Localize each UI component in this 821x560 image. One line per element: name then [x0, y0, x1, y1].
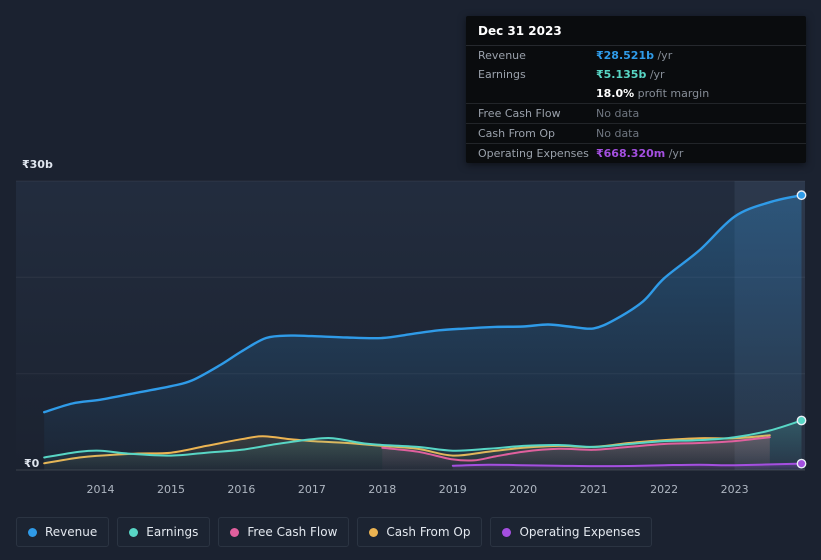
legend-item-operating-expenses[interactable]: Operating Expenses: [490, 517, 653, 547]
tooltip-date: Dec 31 2023: [466, 16, 806, 46]
tooltip-label: Earnings: [478, 68, 526, 81]
tooltip-value: 18.0% profit margin: [596, 87, 710, 100]
legend-item-label: Revenue: [45, 525, 98, 539]
chart-legend: Revenue Earnings Free Cash Flow Cash Fro…: [16, 517, 653, 547]
x-axis-tick-label: 2021: [580, 483, 608, 496]
tooltip-row-cash-from-op: Cash From Op No data: [466, 123, 806, 143]
x-axis-tick-label: 2020: [509, 483, 537, 496]
x-axis-tick-label: 2017: [298, 483, 326, 496]
tooltip-label: Free Cash Flow: [478, 107, 561, 120]
chart-tooltip: Dec 31 2023 Revenue ₹28.521b /yr Earning…: [466, 16, 806, 163]
earnings-revenue-history-panel: ₹30b ₹0 20142015201620172018201920202021…: [0, 0, 821, 560]
legend-item-label: Cash From Op: [386, 525, 471, 539]
series-end-dot-earnings: [796, 415, 807, 426]
tooltip-row-profit-margin: 18.0% profit margin: [466, 84, 806, 103]
tooltip-row-free-cash-flow: Free Cash Flow No data: [466, 103, 806, 123]
legend-item-cash-from-op[interactable]: Cash From Op: [357, 517, 483, 547]
series-end-dot-revenue: [796, 190, 807, 201]
tooltip-value: ₹28.521b /yr: [596, 49, 673, 62]
legend-item-free-cash-flow[interactable]: Free Cash Flow: [218, 517, 350, 547]
free-cash-flow-dot-icon: [230, 527, 240, 537]
legend-item-label: Earnings: [146, 525, 199, 539]
tooltip-row-earnings: Earnings ₹5.135b /yr: [466, 65, 806, 84]
x-axis-tick-label: 2022: [650, 483, 678, 496]
x-axis-tick-label: 2023: [721, 483, 749, 496]
revenue-dot-icon: [28, 527, 37, 537]
tooltip-value: ₹668.320m /yr: [596, 147, 684, 160]
tooltip-row-revenue: Revenue ₹28.521b /yr: [466, 46, 806, 65]
tooltip-value: No data: [596, 107, 640, 120]
tooltip-row-operating-expenses: Operating Expenses ₹668.320m /yr: [466, 143, 806, 163]
x-axis-tick-label: 2015: [157, 483, 185, 496]
tooltip-label: Cash From Op: [478, 127, 556, 140]
legend-item-label: Operating Expenses: [519, 525, 641, 539]
tooltip-label: Revenue: [478, 49, 526, 62]
x-axis-tick-label: 2018: [368, 483, 396, 496]
x-axis-tick-label: 2016: [227, 483, 255, 496]
x-axis-tick-label: 2019: [439, 483, 467, 496]
earnings-dot-icon: [129, 527, 139, 537]
tooltip-value: ₹5.135b /yr: [596, 68, 665, 81]
legend-item-revenue[interactable]: Revenue: [16, 517, 110, 547]
operating-expenses-dot-icon: [502, 527, 512, 537]
tooltip-label: Operating Expenses: [478, 147, 589, 160]
legend-item-earnings[interactable]: Earnings: [117, 517, 211, 547]
cash-from-op-dot-icon: [369, 527, 379, 537]
x-axis-tick-label: 2014: [87, 483, 115, 496]
series-end-dot-operating-expenses: [796, 458, 807, 469]
tooltip-value: No data: [596, 127, 640, 140]
legend-item-label: Free Cash Flow: [247, 525, 338, 539]
